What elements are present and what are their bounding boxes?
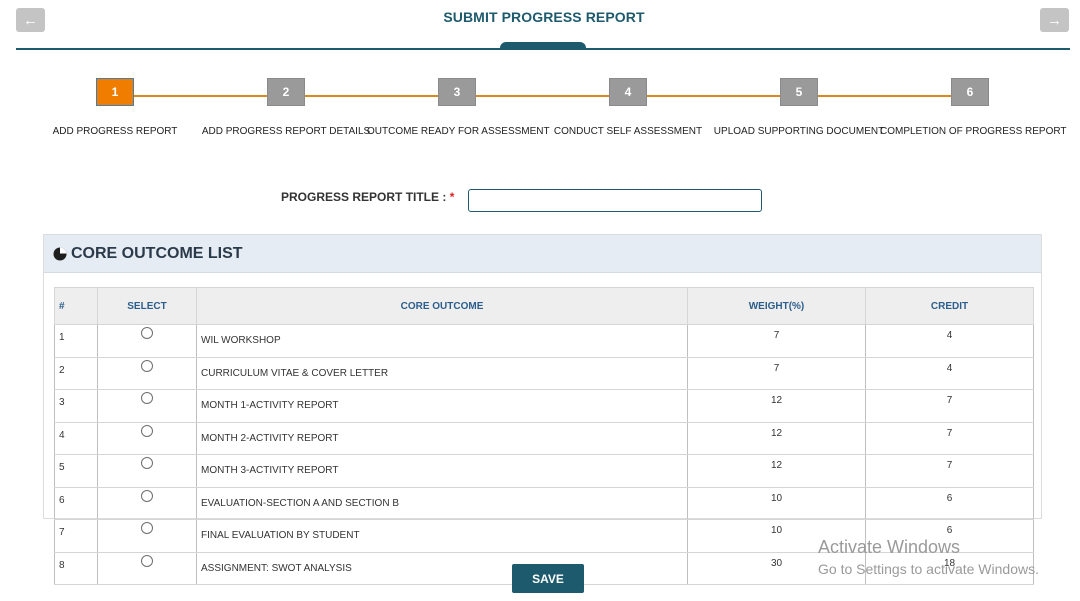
core-outcome-name: ASSIGNMENT: SWOT ANALYSIS [196,552,688,585]
select-cell [97,324,197,358]
step-1-label: ADD PROGRESS REPORT [52,126,178,137]
select-radio[interactable] [141,359,153,372]
step-5-label: UPLOAD SUPPORTING DOCUMENT [713,126,885,137]
step-2-label: ADD PROGRESS REPORT DETAILS [201,126,371,137]
select-radio[interactable] [141,522,153,534]
page-title: SUBMIT PROGRESS REPORT [443,9,645,25]
core-outcome-name: MONTH 3-ACTIVITY REPORT [196,454,688,488]
select-radio[interactable] [141,554,153,567]
title-divider [16,48,1070,50]
core-outcome-name: MONTH 1-ACTIVITY REPORT [196,389,688,423]
weight-value: 7 [687,324,866,358]
weight-value: 7 [687,357,866,390]
panel-header: CORE OUTCOME LIST [44,235,1041,273]
step-3-button[interactable]: 3 [438,78,476,106]
step-4-button[interactable]: 4 [609,78,647,106]
credit-value: 7 [865,389,1034,423]
step-2-button[interactable]: 2 [267,78,305,106]
table-row: 1 WIL WORKSHOP 7 4 [54,324,1034,358]
credit-value: 7 [865,422,1034,455]
col-header-core-outcome: CORE OUTCOME [196,287,688,325]
select-radio[interactable] [141,327,153,339]
select-radio[interactable] [141,392,153,404]
step-4-label: CONDUCT SELF ASSESSMENT [553,126,703,137]
step-6-button[interactable]: 6 [951,78,989,106]
row-number: 5 [54,454,98,488]
step-5-button[interactable]: 5 [780,78,818,106]
select-radio[interactable] [141,457,153,469]
col-header-select: SELECT [97,287,197,325]
row-number: 4 [54,422,98,455]
credit-value: 6 [865,487,1034,520]
required-marker: * [449,190,455,204]
save-button[interactable]: SAVE [512,564,584,593]
weight-value: 12 [687,454,866,488]
row-number: 8 [54,552,98,585]
arrow-right-icon: → [1047,11,1062,29]
col-header-number: # [54,287,98,325]
table-row: 6 EVALUATION-SECTION A AND SECTION B 10 6 [54,487,1034,520]
select-cell [97,357,197,390]
select-cell [97,389,197,423]
row-number: 2 [54,357,98,390]
weight-value: 10 [687,487,866,520]
select-cell [97,519,197,553]
core-outcome-name: WIL WORKSHOP [196,324,688,358]
col-header-weight: WEIGHT(%) [687,287,866,325]
core-outcome-name: CURRICULUM VITAE & COVER LETTER [196,357,688,390]
select-radio[interactable] [141,489,153,502]
windows-activation-watermark: Activate Windows Go to Settings to activ… [818,537,1039,577]
watermark-title: Activate Windows [818,537,961,557]
select-cell [97,487,197,520]
weight-value: 12 [687,422,866,455]
credit-value: 4 [865,324,1034,358]
panel-title: CORE OUTCOME LIST [71,244,243,262]
table-row: 3 MONTH 1-ACTIVITY REPORT 12 7 [54,389,1034,423]
table-row: 2 CURRICULUM VITAE & COVER LETTER 7 4 [54,357,1034,390]
watermark-subtitle: Go to Settings to activate Windows. [818,561,1039,577]
pie-chart-icon [53,247,67,260]
stepper-connector-line [115,95,970,97]
step-3-label: OUTCOME READY FOR ASSESSMENT [367,126,550,137]
credit-value: 4 [865,357,1034,390]
table-header-row: # SELECT CORE OUTCOME WEIGHT(%) CREDIT [54,287,1034,325]
report-title-input[interactable] [468,189,762,212]
row-number: 6 [54,487,98,520]
core-outcome-name: FINAL EVALUATION BY STUDENT [196,519,688,553]
row-number: 7 [54,519,98,553]
table-row: 5 MONTH 3-ACTIVITY REPORT 12 7 [54,454,1034,488]
select-cell [97,422,197,455]
core-outcome-name: EVALUATION-SECTION A AND SECTION B [196,487,688,520]
select-cell [97,454,197,488]
col-header-credit: CREDIT [865,287,1034,325]
report-title-label: PROGRESS REPORT TITLE : * [281,190,455,204]
step-1-button[interactable]: 1 [96,78,134,106]
core-outcome-name: MONTH 2-ACTIVITY REPORT [196,422,688,455]
row-number: 1 [54,324,98,358]
step-6-label: COMPLETION OF PROGRESS REPORT [880,126,1067,137]
select-radio[interactable] [141,424,153,437]
table-row: 4 MONTH 2-ACTIVITY REPORT 12 7 [54,422,1034,455]
select-cell [97,552,197,585]
core-outcome-panel: CORE OUTCOME LIST # SELECT CORE OUTCOME … [43,234,1042,585]
weight-value: 12 [687,389,866,423]
row-number: 3 [54,389,98,423]
forward-button[interactable]: → [1040,8,1069,32]
credit-value: 7 [865,454,1034,488]
